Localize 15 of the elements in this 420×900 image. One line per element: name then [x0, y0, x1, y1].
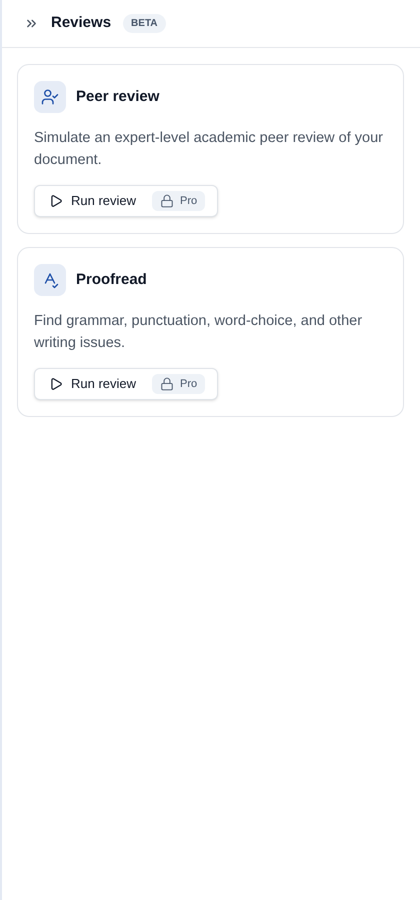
- run-review-button[interactable]: Run review Pro: [34, 368, 218, 400]
- card-description: Find grammar, punctuation, word-choice, and other writing issues.: [34, 312, 364, 353]
- lock-icon: [160, 377, 174, 391]
- pro-label: Pro: [180, 376, 198, 392]
- play-icon: [49, 377, 63, 391]
- user-check-icon: [41, 88, 59, 106]
- card-description: Simulate an expert-level academic peer review of your document.: [34, 129, 384, 170]
- run-review-button[interactable]: Run review Pro: [34, 185, 218, 217]
- lock-icon: [160, 194, 174, 208]
- panel-title: Reviews: [51, 13, 112, 34]
- play-icon: [49, 194, 63, 208]
- card-title: Peer review: [76, 86, 160, 107]
- card-title: Proofread: [76, 270, 147, 290]
- beta-badge: BETA: [123, 14, 166, 33]
- pro-label: Pro: [180, 194, 198, 209]
